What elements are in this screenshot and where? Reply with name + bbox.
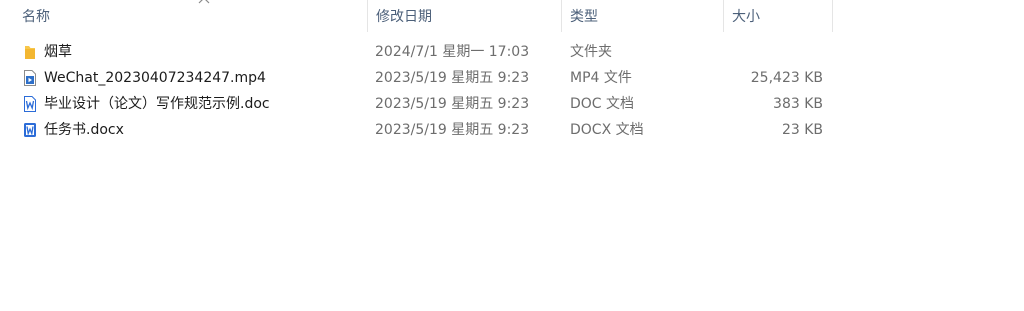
file-size: 383 KB — [773, 96, 823, 112]
file-row[interactable]: 烟草 2024/7/1 星期一 17:03 文件夹 — [0, 39, 840, 65]
file-size: 23 KB — [781, 122, 823, 138]
column-header-name[interactable]: 名称 — [14, 0, 368, 32]
file-name: 烟草 — [44, 44, 72, 60]
file-name: 毕业设计（论文）写作规范示例.doc — [44, 96, 270, 112]
folder-icon — [25, 46, 35, 59]
word-docx-icon — [24, 123, 36, 137]
column-header-date-label: 修改日期 — [376, 9, 432, 25]
column-header-type[interactable]: 类型 — [562, 0, 724, 32]
file-modified-date: 2023/5/19 星期五 9:23 — [375, 70, 530, 86]
file-modified-date: 2024/7/1 星期一 17:03 — [375, 44, 530, 60]
file-type: 文件夹 — [570, 44, 612, 60]
video-file-icon — [24, 70, 36, 86]
file-row[interactable]: WeChat_20230407234247.mp4 2023/5/19 星期五 … — [0, 65, 840, 91]
file-modified-date: 2023/5/19 星期五 9:23 — [375, 96, 530, 112]
column-header-size[interactable]: 大小 — [724, 0, 833, 32]
file-row[interactable]: 任务书.docx 2023/5/19 星期五 9:23 DOCX 文档 23 K… — [0, 117, 840, 143]
file-type: MP4 文件 — [570, 70, 632, 86]
column-header-date[interactable]: 修改日期 — [368, 0, 562, 32]
file-size: 25,423 KB — [750, 70, 823, 86]
sort-ascending-icon — [198, 0, 210, 4]
column-header-name-label: 名称 — [22, 9, 50, 25]
file-name: WeChat_20230407234247.mp4 — [44, 70, 266, 86]
column-header-type-label: 类型 — [570, 9, 598, 25]
word-doc-icon — [24, 96, 36, 112]
column-header-size-label: 大小 — [732, 9, 760, 25]
file-size — [726, 39, 823, 65]
file-modified-date: 2023/5/19 星期五 9:23 — [375, 122, 530, 138]
file-row[interactable]: 毕业设计（论文）写作规范示例.doc 2023/5/19 星期五 9:23 DO… — [0, 91, 840, 117]
file-name: 任务书.docx — [44, 122, 124, 138]
file-type: DOC 文档 — [570, 96, 635, 112]
column-header-bar: 名称 修改日期 类型 大小 — [0, 0, 1024, 32]
file-type: DOCX 文档 — [570, 122, 644, 138]
